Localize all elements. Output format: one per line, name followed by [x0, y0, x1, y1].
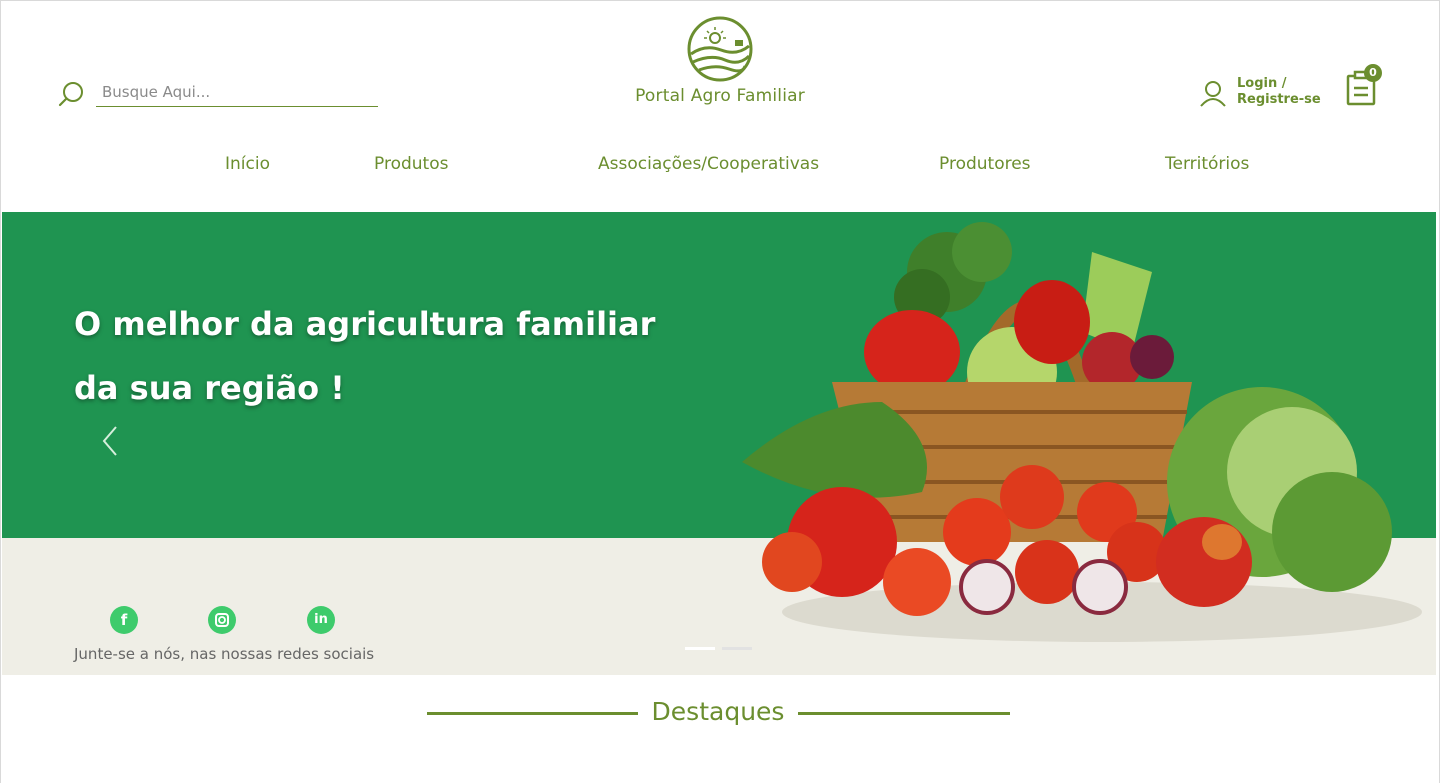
carousel-dot-2[interactable]	[722, 647, 752, 650]
hero-carousel: O melhor da agricultura familiar da sua …	[2, 212, 1436, 675]
instagram-glyph-icon	[215, 613, 229, 627]
user-icon	[1200, 81, 1226, 107]
section-divider-right	[798, 712, 1010, 715]
facebook-icon[interactable]: f	[110, 606, 138, 634]
nav-produtores[interactable]: Produtores	[939, 154, 1031, 174]
hero-headline-line1: O melhor da agricultura familiar	[74, 305, 656, 343]
search-icon[interactable]	[58, 80, 86, 108]
chevron-left-icon[interactable]	[98, 424, 122, 458]
login-text: Login /	[1237, 76, 1287, 91]
search-bar	[58, 78, 378, 110]
hero-headline: O melhor da agricultura familiar da sua …	[74, 292, 674, 420]
cart-count-badge: 0	[1364, 64, 1382, 82]
instagram-icon[interactable]	[208, 606, 236, 634]
nav-inicio[interactable]: Início	[225, 154, 270, 174]
brand-name: Portal Agro Familiar	[635, 86, 805, 106]
nav-associacoes[interactable]: Associações/Cooperativas	[598, 154, 819, 174]
search-input[interactable]	[96, 78, 378, 107]
section-title: Destaques	[651, 697, 785, 726]
login-label: Login / Registre-se	[1237, 76, 1321, 108]
hero-headline-line2: da sua região !	[74, 369, 345, 407]
vegetable-basket-image	[742, 222, 1422, 642]
brand-logo[interactable]: Portal Agro Familiar	[620, 16, 820, 116]
social-caption: Junte-se a nós, nas nossas redes sociais	[74, 645, 375, 663]
nav-territorios[interactable]: Territórios	[1165, 154, 1249, 174]
farm-logo-icon	[687, 16, 753, 82]
register-text: Registre-se	[1237, 92, 1321, 107]
section-divider-left	[427, 712, 638, 715]
carousel-dot-1[interactable]	[685, 647, 715, 650]
nav-produtos[interactable]: Produtos	[374, 154, 448, 174]
login-register-link[interactable]: Login / Registre-se	[1198, 76, 1328, 112]
linkedin-icon[interactable]: in	[307, 606, 335, 634]
cart-button[interactable]: 0	[1344, 64, 1384, 108]
